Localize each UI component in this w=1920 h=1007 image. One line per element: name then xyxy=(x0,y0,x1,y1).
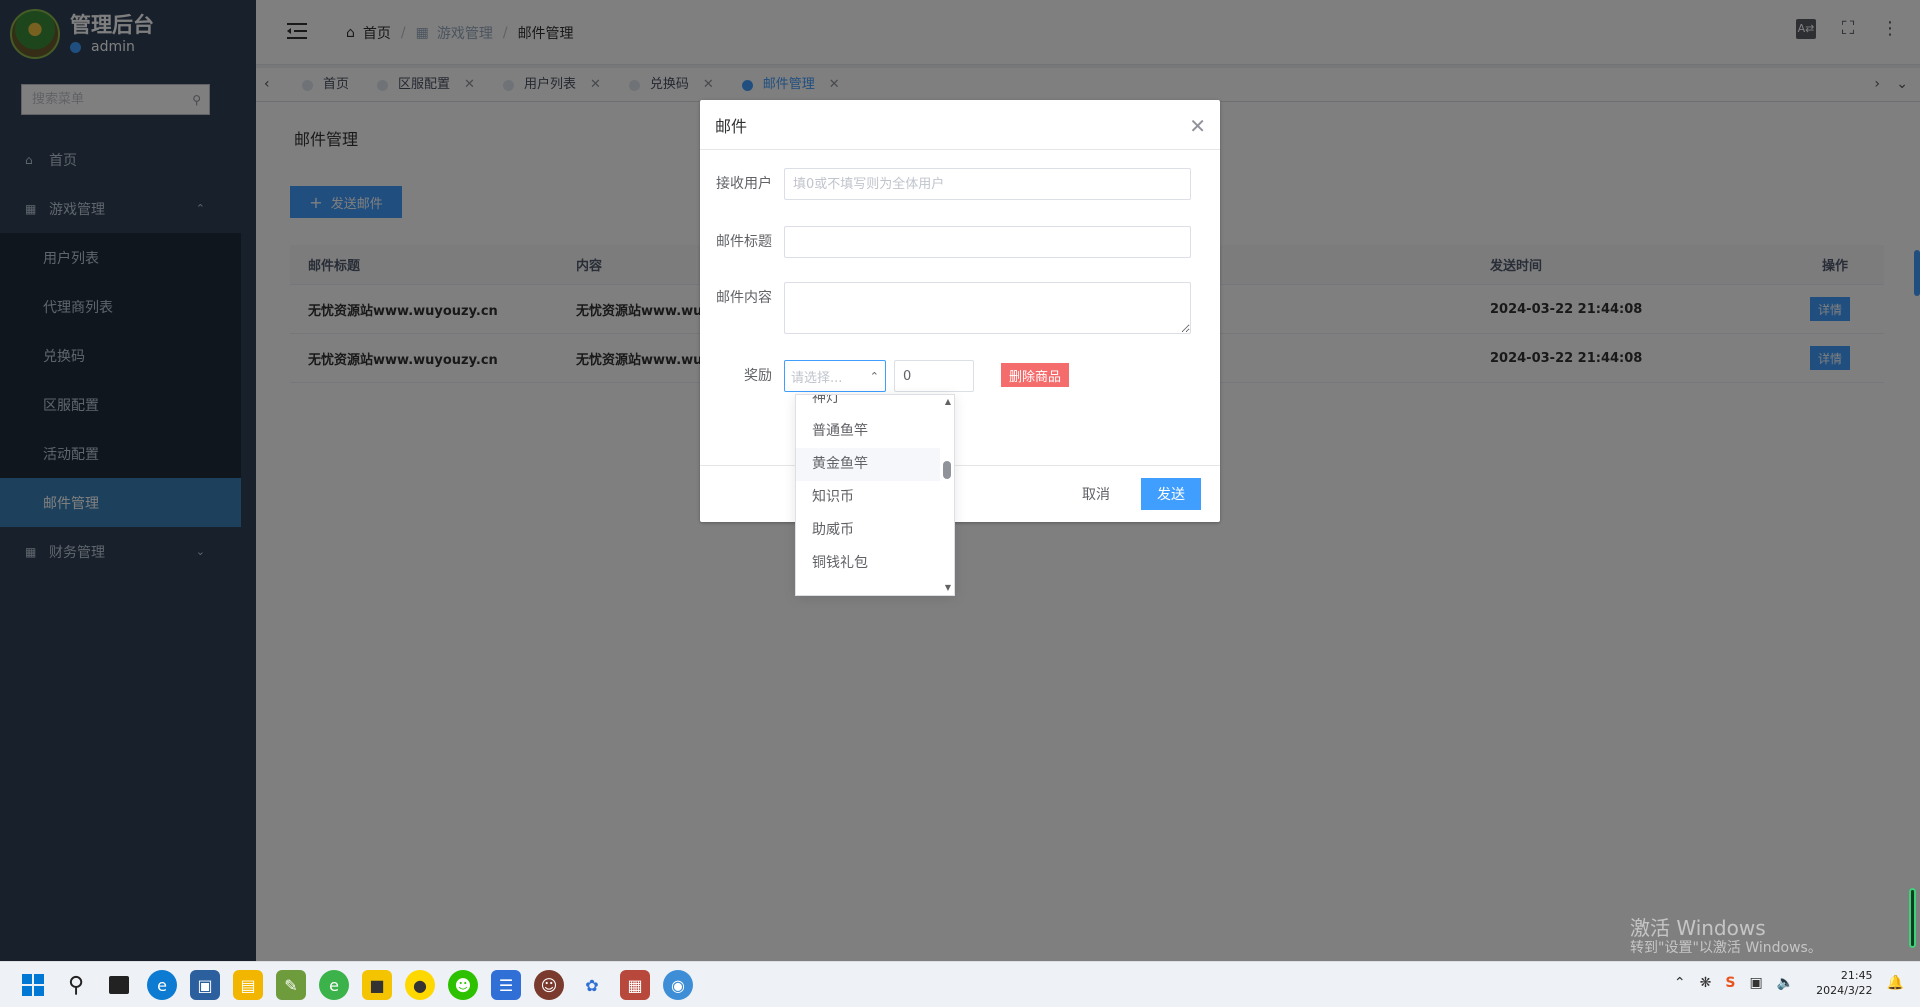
dropdown-option[interactable]: 助威币 xyxy=(796,514,940,547)
document-app-icon[interactable]: ☰ xyxy=(491,970,521,1000)
input-method-icon[interactable]: ❋ xyxy=(1700,975,1712,991)
scrollbar-thumb[interactable] xyxy=(943,461,951,479)
network-app-icon[interactable]: ✿ xyxy=(577,970,607,1000)
reward-label: 奖励 xyxy=(744,368,772,384)
send-button[interactable]: 发送 xyxy=(1141,478,1201,510)
recipient-label: 接收用户 xyxy=(716,176,772,192)
form-row-recipient: 接收用户 xyxy=(700,168,1191,200)
content-textarea[interactable] xyxy=(784,282,1191,334)
delete-item-button[interactable]: 删除商品 xyxy=(1001,363,1070,387)
form-row-subject: 邮件标题 xyxy=(700,226,1191,258)
subject-label: 邮件标题 xyxy=(716,234,772,250)
chevron-up-icon[interactable]: ⌃ xyxy=(1674,975,1686,991)
avatar-app-icon[interactable]: ☺ xyxy=(534,970,564,1000)
clock[interactable]: 21:45 2024/3/22 xyxy=(1816,968,1872,998)
edge-browser-icon[interactable]: e xyxy=(147,970,177,1000)
volume-icon[interactable]: 🔈 xyxy=(1777,975,1794,991)
dialog-title: 邮件 xyxy=(715,116,748,136)
task-view-icon[interactable] xyxy=(109,976,129,994)
subject-input[interactable] xyxy=(784,226,1191,258)
globe-app-icon[interactable]: ◉ xyxy=(663,970,693,1000)
reward-dropdown: 神灯 普通鱼竿 黄金鱼竿 知识币 助威币 铜钱礼包 ▲ ▼ xyxy=(795,394,955,596)
cancel-button[interactable]: 取消 xyxy=(1066,478,1126,510)
scroll-up-icon[interactable]: ▲ xyxy=(945,397,951,406)
close-icon[interactable]: ✕ xyxy=(1189,114,1206,138)
reward-select-placeholder: 请选择... xyxy=(791,370,843,386)
dialog-footer: 取消 发送 xyxy=(700,465,1220,522)
reward-quantity-input[interactable] xyxy=(894,360,974,392)
side-widget[interactable] xyxy=(1909,888,1916,948)
dropdown-option[interactable]: 黄金鱼竿 xyxy=(796,448,940,481)
dropdown-scrollbar[interactable]: ▲ ▼ xyxy=(940,395,954,595)
scroll-down-icon[interactable]: ▼ xyxy=(945,583,951,592)
content-label: 邮件内容 xyxy=(716,290,772,306)
dropdown-option[interactable]: 普通鱼竿 xyxy=(796,415,940,448)
yellow-app-icon[interactable]: ■ xyxy=(362,970,392,1000)
reward-select[interactable]: 请选择... ⌃ xyxy=(784,360,886,392)
network-icon[interactable]: ▣ xyxy=(1749,975,1762,991)
taskbar-apps: ⚲ e ▣ ▤ ✎ e ■ ● ☻ ☰ ☺ ✿ ▦ ◉ xyxy=(18,970,706,1000)
file-explorer-icon[interactable]: ▤ xyxy=(233,970,263,1000)
notepad-app-icon[interactable]: ✎ xyxy=(276,970,306,1000)
dropdown-option[interactable]: 神灯 xyxy=(796,395,940,415)
chevron-up-icon: ⌃ xyxy=(869,369,879,383)
system-tray: ⌃ ❋ S ▣ 🔈 21:45 2024/3/22 🔔 xyxy=(1660,968,1904,998)
windows-start-icon[interactable] xyxy=(18,970,48,1000)
search-icon[interactable]: ⚲ xyxy=(61,970,91,1000)
dropdown-list: 神灯 普通鱼竿 黄金鱼竿 知识币 助威币 铜钱礼包 xyxy=(796,395,954,580)
qq-app-icon[interactable]: ● xyxy=(405,970,435,1000)
windows-activation-hint: 转到"设置"以激活 Windows。 xyxy=(1630,940,1822,956)
windows-taskbar: ⚲ e ▣ ▤ ✎ e ■ ● ☻ ☰ ☺ ✿ ▦ ◉ ⌃ ❋ S ▣ 🔈 21… xyxy=(0,961,1920,1007)
form-row-content: 邮件内容 xyxy=(700,282,1191,334)
archive-app-icon[interactable]: ▦ xyxy=(620,970,650,1000)
notification-bell-icon[interactable]: 🔔 xyxy=(1887,975,1904,991)
remote-desktop-icon[interactable]: ▣ xyxy=(190,970,220,1000)
form-row-reward: 奖励 请选择... ⌃ 删除商品 xyxy=(700,360,1070,392)
clock-date: 2024/3/22 xyxy=(1816,984,1873,997)
wechat-icon[interactable]: ☻ xyxy=(448,970,478,1000)
dropdown-option[interactable]: 铜钱礼包 xyxy=(796,547,940,580)
mail-dialog: 邮件 ✕ 接收用户 邮件标题 邮件内容 奖励 请选择... ⌃ 删除商品 取消 … xyxy=(700,100,1220,522)
dialog-header: 邮件 ✕ xyxy=(700,100,1220,150)
sogou-icon[interactable]: S xyxy=(1725,975,1735,991)
clock-time: 21:45 xyxy=(1840,969,1873,982)
dropdown-option[interactable]: 知识币 xyxy=(796,481,940,514)
green-browser-icon[interactable]: e xyxy=(319,970,349,1000)
recipient-input[interactable] xyxy=(784,168,1191,200)
